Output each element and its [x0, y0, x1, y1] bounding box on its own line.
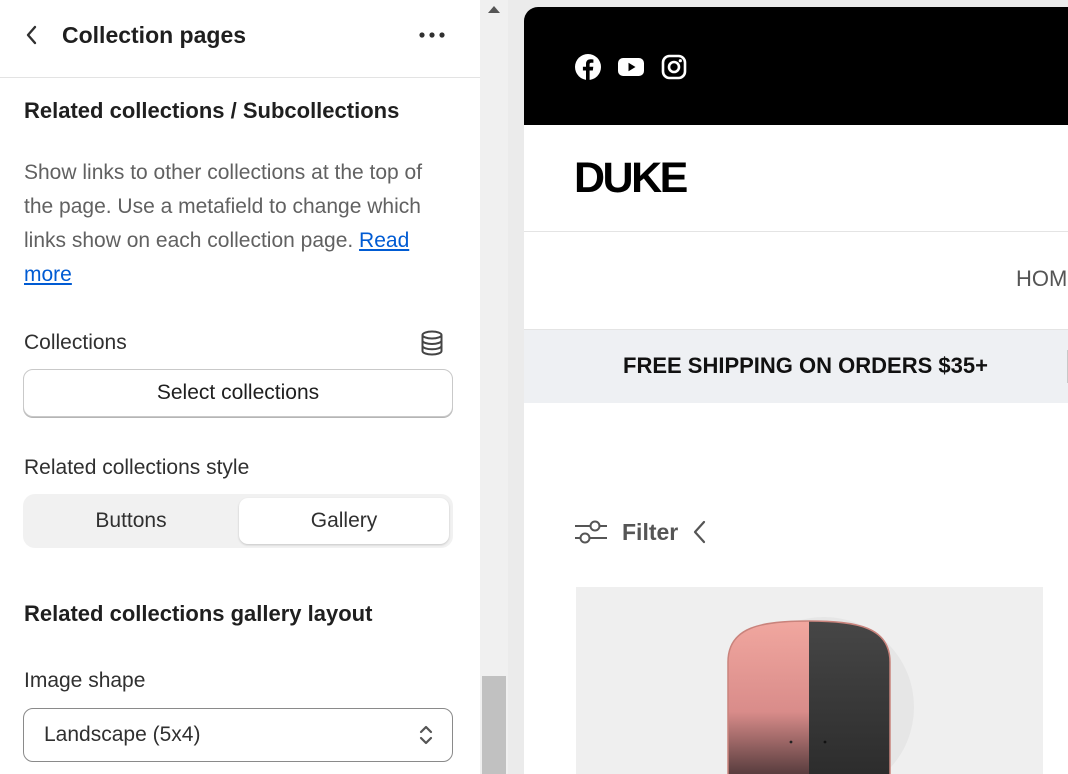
store-logo[interactable]: DUKE — [574, 155, 688, 201]
select-chevrons-icon — [419, 725, 433, 745]
facebook-icon — [575, 54, 601, 80]
storefront-preview: DUKE HOM FREE SHIPPING ON ORDERS $35+ Fi… — [524, 7, 1068, 774]
filter-sliders-icon — [575, 520, 607, 544]
announcement-bar — [524, 7, 1068, 125]
dynamic-source-button[interactable] — [418, 329, 446, 357]
instagram-link[interactable] — [659, 52, 689, 82]
instagram-icon — [661, 54, 687, 80]
more-actions-button[interactable] — [414, 21, 450, 49]
product-card[interactable] — [576, 587, 1043, 774]
style-option-buttons[interactable]: Buttons — [27, 498, 235, 544]
more-horizontal-icon — [419, 32, 445, 38]
facebook-link[interactable] — [573, 52, 603, 82]
collections-label: Collections — [24, 331, 127, 354]
chevron-left-icon — [694, 520, 706, 544]
product-image — [727, 617, 914, 774]
nav-item-home[interactable]: HOM — [1016, 266, 1067, 292]
image-shape-label: Image shape — [24, 669, 146, 692]
image-shape-select[interactable]: Landscape (5x4) — [23, 708, 453, 762]
filter-toggle[interactable]: Filter — [574, 514, 708, 550]
select-collections-button[interactable]: Select collections — [23, 369, 453, 417]
panel-scrollbar[interactable] — [480, 0, 508, 774]
filter-chevron — [692, 520, 708, 544]
style-label: Related collections style — [24, 456, 250, 479]
header-logo-row: DUKE — [524, 125, 1068, 232]
youtube-icon — [618, 58, 644, 76]
filter-label: Filter — [622, 519, 679, 545]
section-title: Related collections / Subcollections — [24, 98, 400, 123]
scroll-thumb[interactable] — [482, 676, 506, 774]
back-button[interactable] — [18, 20, 46, 50]
shipping-banner-text: FREE SHIPPING ON ORDERS $35+ — [623, 353, 988, 378]
scroll-up-arrow[interactable] — [488, 6, 500, 13]
style-segmented-control: Buttons Gallery — [23, 494, 453, 548]
panel-header: Collection pages — [0, 0, 480, 78]
shipping-banner: FREE SHIPPING ON ORDERS $35+ — [524, 330, 1068, 403]
section-description: Show links to other collections at the t… — [24, 156, 434, 292]
database-icon — [421, 330, 443, 356]
chevron-left-icon — [26, 25, 37, 45]
settings-panel: Collection pages Related collections / S… — [0, 0, 480, 774]
page-title: Collection pages — [62, 22, 247, 48]
youtube-link[interactable] — [616, 52, 646, 82]
style-option-gallery[interactable]: Gallery — [239, 498, 449, 544]
image-shape-value: Landscape (5x4) — [44, 723, 201, 746]
gallery-layout-title: Related collections gallery layout — [24, 601, 373, 626]
main-navigation: HOM — [524, 232, 1068, 330]
